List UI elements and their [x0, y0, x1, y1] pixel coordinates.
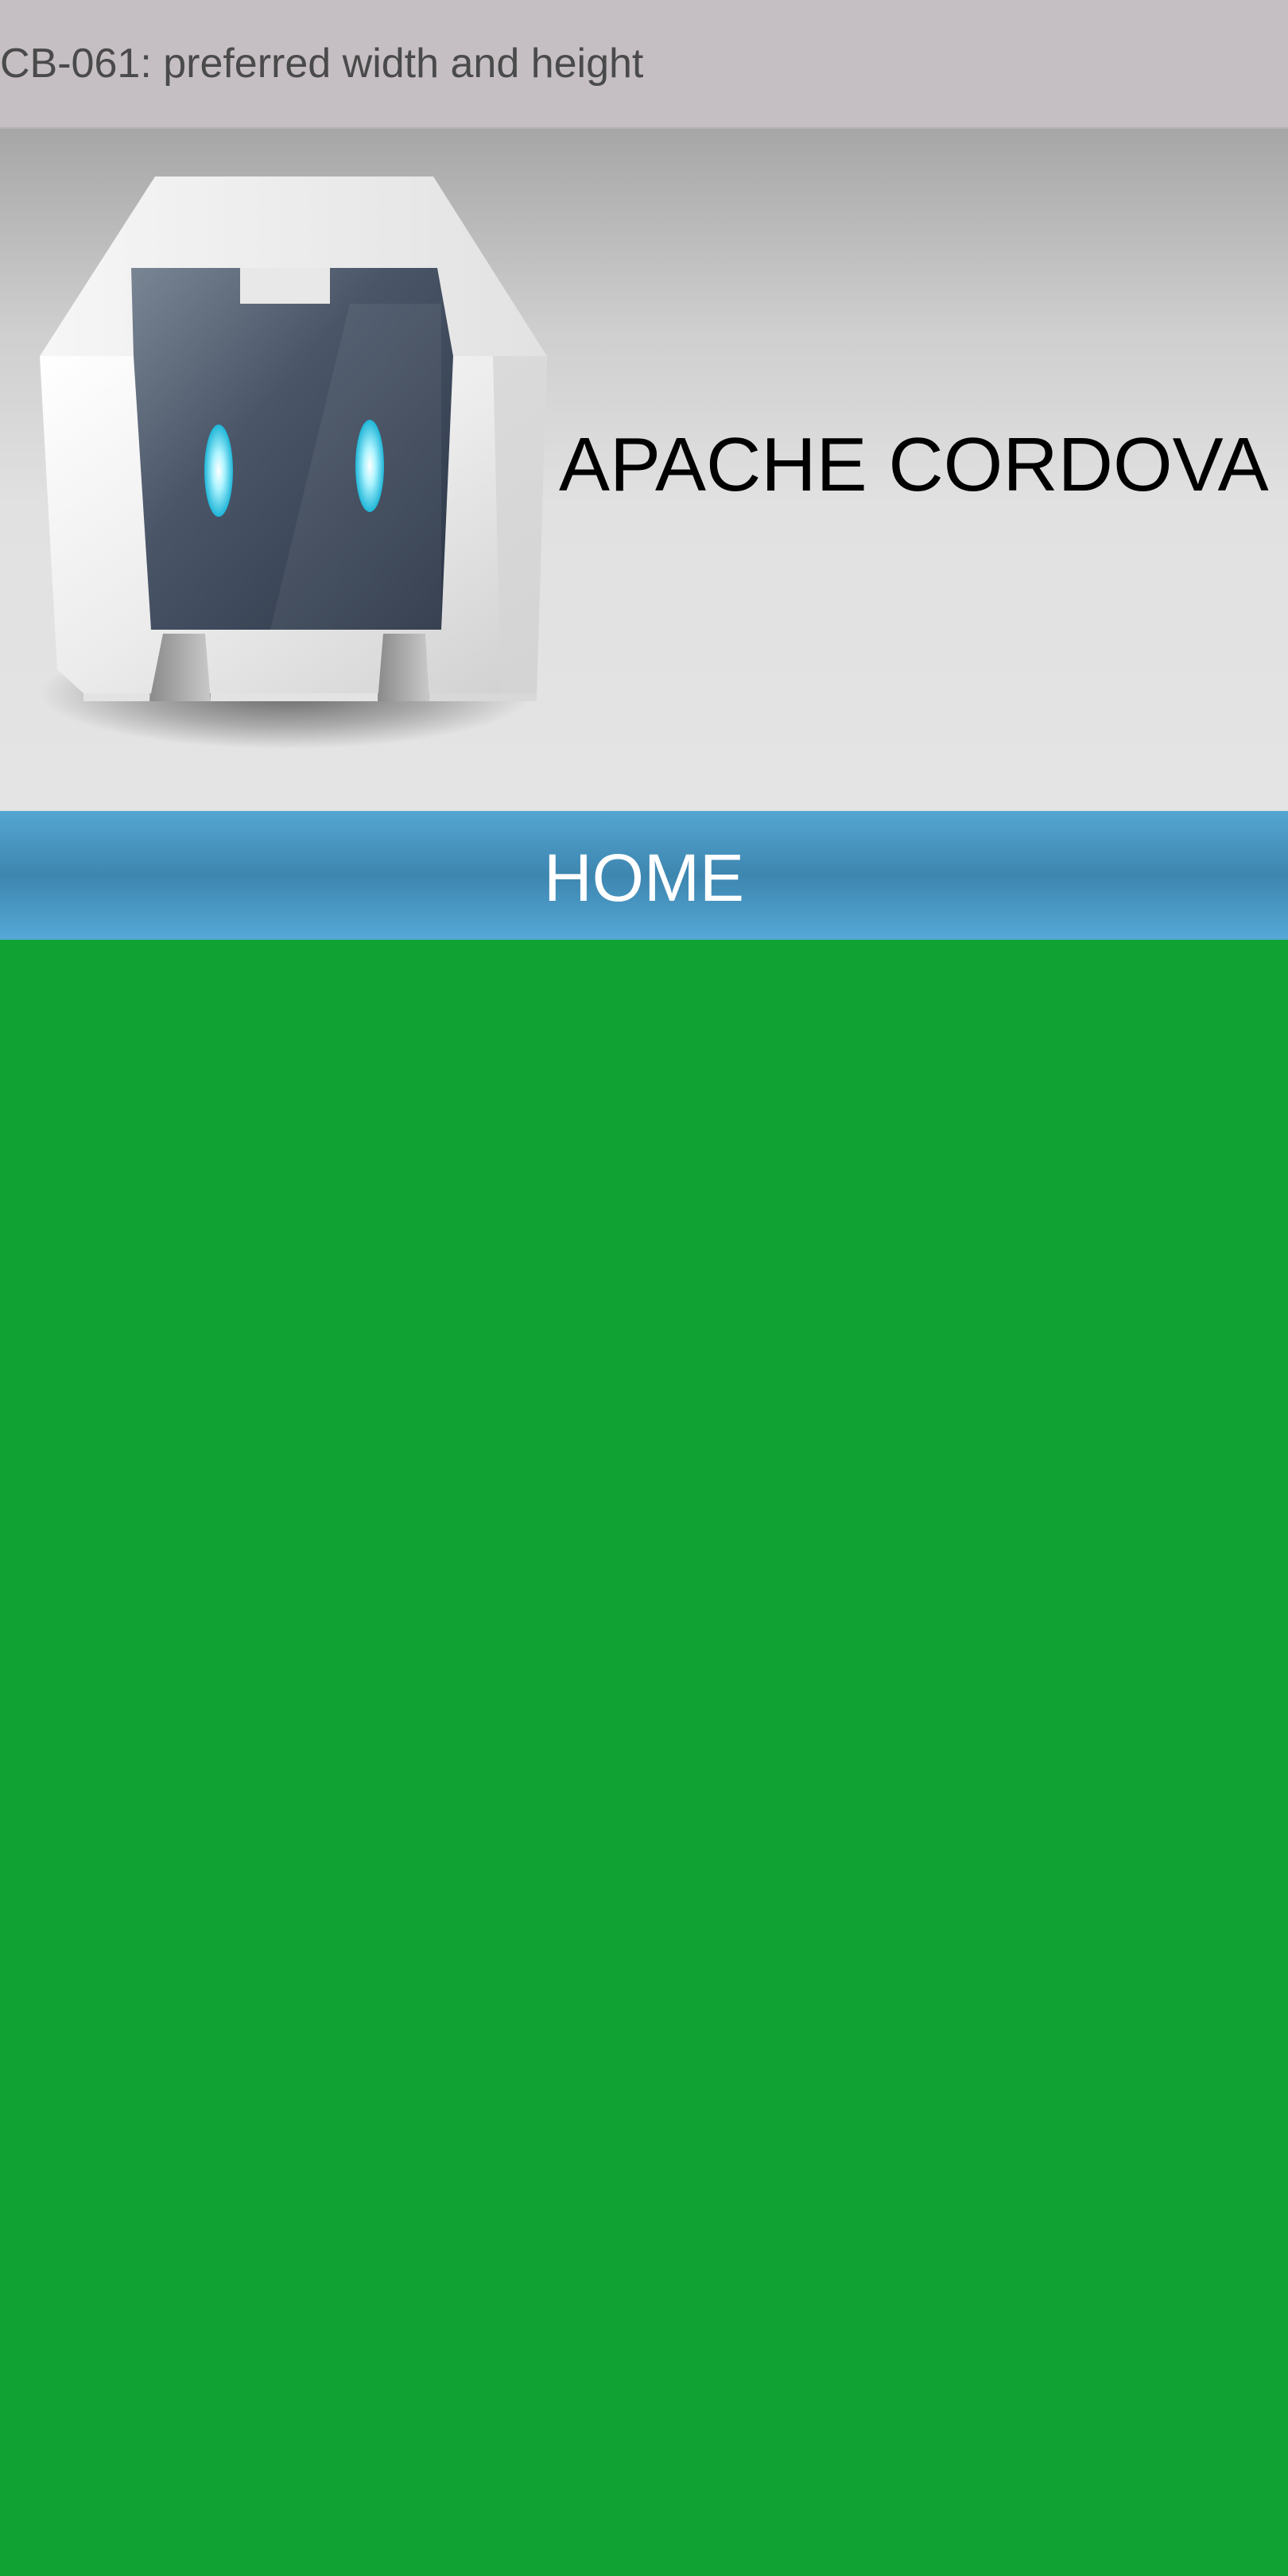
nav-bar[interactable]: HOME	[0, 811, 1288, 940]
app-brand-title: APACHE CORDOVA	[559, 422, 1269, 507]
page-title: CB-061: preferred width and height	[0, 41, 644, 87]
header-banner: APACHE CORDOVA	[0, 129, 1288, 811]
content-area	[0, 940, 1288, 2576]
nav-home-label[interactable]: HOME	[0, 840, 1288, 917]
title-bar: CB-061: preferred width and height	[0, 0, 1288, 129]
apache-cordova-robot-icon	[16, 153, 572, 789]
